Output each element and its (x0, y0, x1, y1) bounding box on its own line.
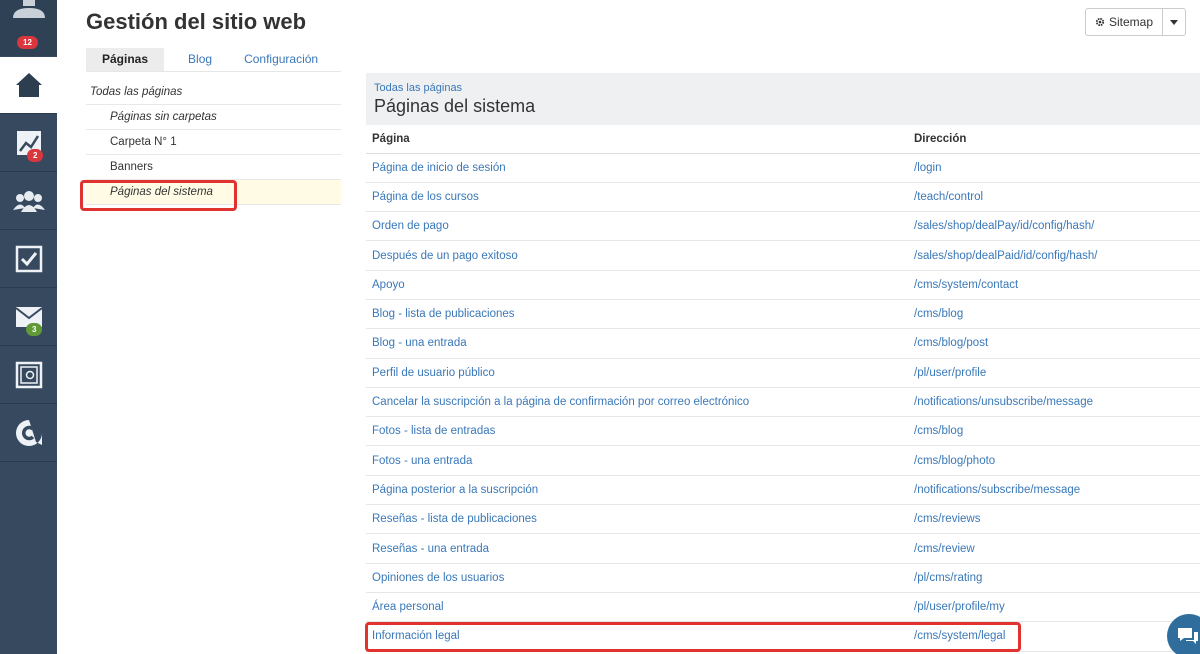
sitemap-label: Sitemap (1109, 15, 1154, 29)
page-link[interactable]: Opiniones de los usuarios (366, 563, 908, 593)
page-address[interactable]: /sales/shop/dealPay/id/config/hash/ (908, 211, 1200, 242)
page-link[interactable]: Información legal (366, 621, 908, 652)
stats-badge: 2 (27, 149, 44, 162)
column-header-address: Dirección (908, 125, 1200, 154)
section-title: Páginas del sistema (374, 96, 536, 116)
tree-item-banners[interactable]: Banners (86, 155, 341, 180)
table-body: Página de inicio de sesión/login Página d… (366, 153, 1200, 652)
tree-item-all-pages[interactable]: Todas las páginas (86, 80, 341, 105)
tree-item-system-pages[interactable]: Páginas del sistema (86, 180, 341, 205)
tab-divider (86, 71, 341, 72)
left-rail: 12 2 3 (0, 0, 57, 654)
table-row: Página posterior a la suscripción/notifi… (366, 475, 1200, 506)
page-address[interactable]: /notifications/subscribe/message (908, 475, 1200, 506)
table-row: Orden de pago/sales/shop/dealPay/id/conf… (366, 211, 1200, 242)
page-link[interactable]: Reseñas - una entrada (366, 533, 908, 564)
table-row: Información legal/cms/system/legal (366, 621, 1200, 652)
rail-item-logo[interactable] (0, 405, 57, 462)
page-address[interactable]: /cms/reviews (908, 504, 1200, 535)
home-icon (15, 73, 42, 97)
table-row: Después de un pago exitoso/sales/shop/de… (366, 240, 1200, 271)
page-link[interactable]: Después de un pago exitoso (366, 240, 908, 271)
breadcrumb[interactable]: Todas las páginas (374, 82, 462, 94)
chat-button[interactable] (1167, 614, 1200, 654)
tab-pages[interactable]: Páginas (86, 48, 165, 72)
tab-settings[interactable]: Configuración (236, 48, 326, 72)
tree-item-folder-1[interactable]: Carpeta N° 1 (86, 130, 341, 155)
table-row: Reseñas - una entrada/cms/review (366, 533, 1200, 564)
page-address[interactable]: /teach/control (908, 182, 1200, 213)
page-address[interactable]: /notifications/unsubscribe/message (908, 387, 1200, 418)
content-header: Todas las páginas Páginas del sistema (366, 73, 1200, 125)
page-title: Gestión del sitio web (86, 9, 307, 34)
table-header-row: Página Dirección (366, 125, 1200, 154)
logo-c-icon (15, 420, 42, 446)
sitemap-button-group: Sitemap (1085, 8, 1187, 36)
page-address[interactable]: /cms/system/legal (908, 621, 1200, 652)
page-address[interactable]: /pl/cms/rating (908, 563, 1200, 593)
page-link[interactable]: Fotos - lista de entradas (366, 416, 908, 447)
rail-item-home[interactable] (0, 57, 57, 114)
page-address[interactable]: /cms/blog/post (908, 328, 1200, 359)
rail-item-safe[interactable] (0, 347, 57, 404)
rail-item-users[interactable] (0, 173, 57, 230)
page-address[interactable]: /login (908, 153, 1200, 183)
page-link[interactable]: Área personal (366, 592, 908, 623)
table-row: Reseñas - lista de publicaciones/cms/rev… (366, 504, 1200, 535)
table-row: Área personal/pl/user/profile/my (366, 592, 1200, 623)
tab-blog[interactable]: Blog (164, 48, 236, 72)
page-link[interactable]: Apoyo (366, 270, 908, 300)
table-row: Fotos - una entrada/cms/blog/photo (366, 445, 1200, 476)
table-row: Opiniones de los usuarios/pl/cms/rating (366, 563, 1200, 593)
page-address[interactable]: /cms/review (908, 533, 1200, 564)
caret-down-icon (1170, 19, 1179, 25)
table-row: Blog - una entrada/cms/blog/post (366, 328, 1200, 359)
table-row: Página de inicio de sesión/login (366, 153, 1200, 183)
page-address[interactable]: /cms/blog/photo (908, 445, 1200, 476)
page-link[interactable]: Blog - una entrada (366, 328, 908, 359)
table-row: Blog - lista de publicaciones/cms/blog (366, 299, 1200, 330)
page-link[interactable]: Página de inicio de sesión (366, 153, 908, 183)
rail-item-stats[interactable]: 2 (0, 115, 57, 172)
gear-icon (1095, 17, 1105, 27)
safe-icon (15, 361, 42, 389)
rail-item-messages[interactable]: 3 (0, 289, 57, 346)
folder-tree: Todas las páginas Páginas sin carpetas C… (86, 80, 341, 205)
page-link[interactable]: Orden de pago (366, 211, 908, 242)
sitemap-button[interactable]: Sitemap (1086, 9, 1164, 35)
table-row: Perfil de usuario público/pl/user/profil… (366, 358, 1200, 388)
page-address[interactable]: /cms/system/contact (908, 270, 1200, 300)
notifications-badge: 12 (17, 36, 38, 49)
page-link[interactable]: Perfil de usuario público (366, 358, 908, 388)
table-row: Fotos - lista de entradas/cms/blog (366, 416, 1200, 447)
page-address[interactable]: /pl/user/profile/my (908, 592, 1200, 623)
rail-item-tasks[interactable] (0, 231, 57, 288)
page-address[interactable]: /cms/blog (908, 416, 1200, 447)
page-link[interactable]: Página de los cursos (366, 182, 908, 213)
table-row: Cancelar la suscripción a la página de c… (366, 387, 1200, 418)
column-header-page: Página (366, 125, 908, 154)
user-avatar-icon (13, 0, 45, 18)
chat-icon (1178, 628, 1198, 644)
sitemap-dropdown-toggle[interactable] (1163, 9, 1185, 35)
rail-profile[interactable]: 12 (0, 0, 57, 56)
app-window: 12 2 3 Gestión del sitio web Sitemap Pág… (0, 0, 1200, 654)
tree-item-no-folder[interactable]: Páginas sin carpetas (86, 105, 341, 130)
users-icon (12, 191, 45, 212)
tab-bar: Páginas Blog Configuración (86, 48, 326, 72)
page-link[interactable]: Reseñas - lista de publicaciones (366, 504, 908, 535)
page-address[interactable]: /pl/user/profile (908, 358, 1200, 388)
system-pages-table: Página Dirección Página de inicio de ses… (366, 125, 1200, 652)
table-row: Página de los cursos/teach/control (366, 182, 1200, 213)
checkbox-icon (15, 245, 42, 273)
table-row: Apoyo/cms/system/contact (366, 270, 1200, 300)
messages-badge: 3 (26, 323, 43, 336)
page-link[interactable]: Blog - lista de publicaciones (366, 299, 908, 330)
page-link[interactable]: Cancelar la suscripción a la página de c… (366, 387, 908, 418)
page-link[interactable]: Fotos - una entrada (366, 445, 908, 476)
page-address[interactable]: /cms/blog (908, 299, 1200, 330)
page-link[interactable]: Página posterior a la suscripción (366, 475, 908, 506)
page-address[interactable]: /sales/shop/dealPaid/id/config/hash/ (908, 240, 1200, 271)
